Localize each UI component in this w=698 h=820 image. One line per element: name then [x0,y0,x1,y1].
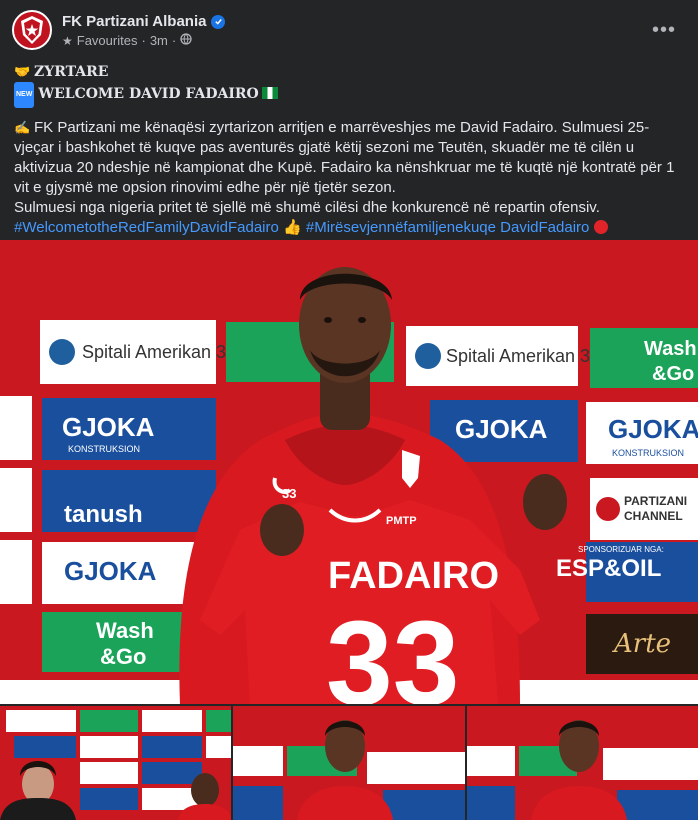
sponsor-gjoka-3: GJOKA [608,414,698,444]
hashtag-welcome[interactable]: #WelcometotheRedFamilyDavidFadairo [14,219,279,236]
red-circle-emoji-icon [593,220,608,234]
official-line: 🤝 ZYRTARE [14,62,686,82]
partizani-channel-1: PARTIZANI [624,494,687,508]
sponsor-gjoka-sub-1: KONSTRUKSION [68,444,140,454]
sponsor-gjoka-1: GJOKA [62,412,155,442]
sponsor-spitali-2: Spitali Amerikan 3 [446,346,590,366]
page-name-row: FK Partizani Albania [62,13,226,30]
paragraph2: Sulmuesi nga nigeria pritet të sjellë më… [14,199,600,216]
meta-separator: · [141,33,146,48]
announcement-paragraph: FK Partizani me kënaqësi zyrtarizon arri… [14,119,675,196]
hashtag-miresevjen[interactable]: #Mirësevjennëfamiljenekuqe DavidFadairo [306,219,589,236]
star-icon: ★ [62,33,73,48]
verified-badge-icon [211,14,226,29]
hoodie-number: 33 [282,486,296,501]
thumbs-up-emoji-icon: 👍 [283,219,302,236]
nigeria-flag-icon [261,87,278,99]
facebook-post: FK Partizani Albania ★ Favourites · 3m ·… [0,0,698,820]
pen-emoji-icon: ✍ [14,120,31,135]
sponsor-tanush: tanush [64,501,143,528]
welcome-text: WELCOME DAVID FADAIRO [38,86,259,102]
new-emoji-icon: NEW [14,82,35,108]
sponsor-wash-2: &Go [652,363,694,385]
page-name[interactable]: FK Partizani Albania [62,13,206,30]
post-time[interactable]: 3m [150,33,168,48]
photo-thumbnails [0,706,698,820]
sponsor-espoil: ESP&OIL [556,555,661,582]
globe-icon [180,33,192,48]
shirt-sponsor: PMTP [386,515,417,527]
sponsor-wash-3: Wash [96,618,154,643]
official-label: ZYRTARE [34,64,109,80]
sponsor-spitali-1: Spitali Amerikan 3 [82,342,226,362]
thumbnail-photo-1[interactable] [0,706,232,820]
partizani-channel-2: CHANNEL [624,509,683,523]
more-options-icon[interactable]: ••• [650,18,678,42]
hashtag-line: #WelcometotheRedFamilyDavidFadairo 👍 #Mi… [14,218,686,238]
shirt-number: 33 [326,596,459,704]
page-avatar[interactable] [12,10,52,50]
post-meta: ★ Favourites · 3m · [62,33,192,48]
post-text: 🤝 ZYRTARE NEW WELCOME DAVID FADAIRO ✍ FK Pa… [14,62,686,238]
thumbnail-photo-2[interactable] [233,706,465,820]
shirt-name: FADAIRO [328,555,499,597]
thumbnail-photo-3[interactable] [466,706,698,820]
meta-separator: · [171,33,177,48]
club-crest-icon [21,16,43,44]
sponsor-wash-1: Wash [644,338,697,360]
sponsor-gjoka-2: GJOKA [455,414,548,444]
audience-label[interactable]: Favourites [77,33,138,48]
sponsor-gjoka-4: GJOKA [64,556,157,586]
paragraph-line: ✍ FK Partizani me kënaqësi zyrtarizon arr… [14,118,686,198]
sponsor-arte: Arte [612,629,671,659]
sponsor-gjoka-sub-3: KONSTRUKSION [612,448,684,458]
welcome-line: NEW WELCOME DAVID FADAIRO [14,82,686,108]
handshake-emoji-icon: 🤝 [14,64,31,79]
sponsor-label: SPONSORIZUAR NGA: [578,545,664,554]
sponsor-wash-4: &Go [100,644,146,669]
main-photo[interactable]: Spitali Amerikan 3 Spitali Amerikan 3 Wa… [0,240,698,704]
post-header: FK Partizani Albania ★ Favourites · 3m ·… [12,10,686,54]
